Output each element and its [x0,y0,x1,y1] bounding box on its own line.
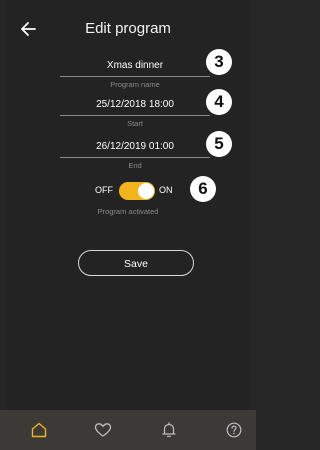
toggle-on-label: ON [159,185,173,195]
end-field[interactable]: 26/12/2019 01:00 End [60,140,210,170]
save-button[interactable]: Save [78,250,194,276]
end-input[interactable]: 26/12/2019 01:00 [60,140,210,154]
callout-badge-6: 6 [190,176,216,202]
callout-badge-5: 5 [206,131,232,157]
input-underline [60,157,210,158]
callout-badge-4: 4 [206,89,232,115]
program-name-label: Program name [110,80,160,89]
end-label: End [128,161,142,170]
home-icon [31,422,47,438]
program-name-input[interactable]: Xmas dinner [60,59,210,73]
nav-favorites[interactable] [93,420,113,440]
program-name-field[interactable]: Xmas dinner Program name [60,59,210,89]
start-input[interactable]: 25/12/2018 18:00 [60,98,210,112]
start-field[interactable]: 25/12/2018 18:00 Start [60,98,210,128]
nav-notifications[interactable] [159,420,179,440]
callout-badge-3: 3 [206,49,232,75]
page-title: Edit program [85,20,171,37]
program-activated-label: Program activated [97,207,159,216]
toggle-off-label: OFF [95,185,113,195]
start-label: Start [127,119,143,128]
help-icon [226,422,242,438]
bell-icon [162,422,176,437]
heart-icon [94,423,112,437]
bottom-nav [0,410,256,450]
nav-home[interactable] [29,420,49,440]
input-underline [60,76,210,77]
program-activated-toggle[interactable] [119,182,155,200]
input-underline [60,115,210,116]
app-screen: Edit program Xmas dinner Program name 3 … [6,0,250,450]
toggle-knob [138,183,154,199]
nav-help[interactable] [224,420,244,440]
